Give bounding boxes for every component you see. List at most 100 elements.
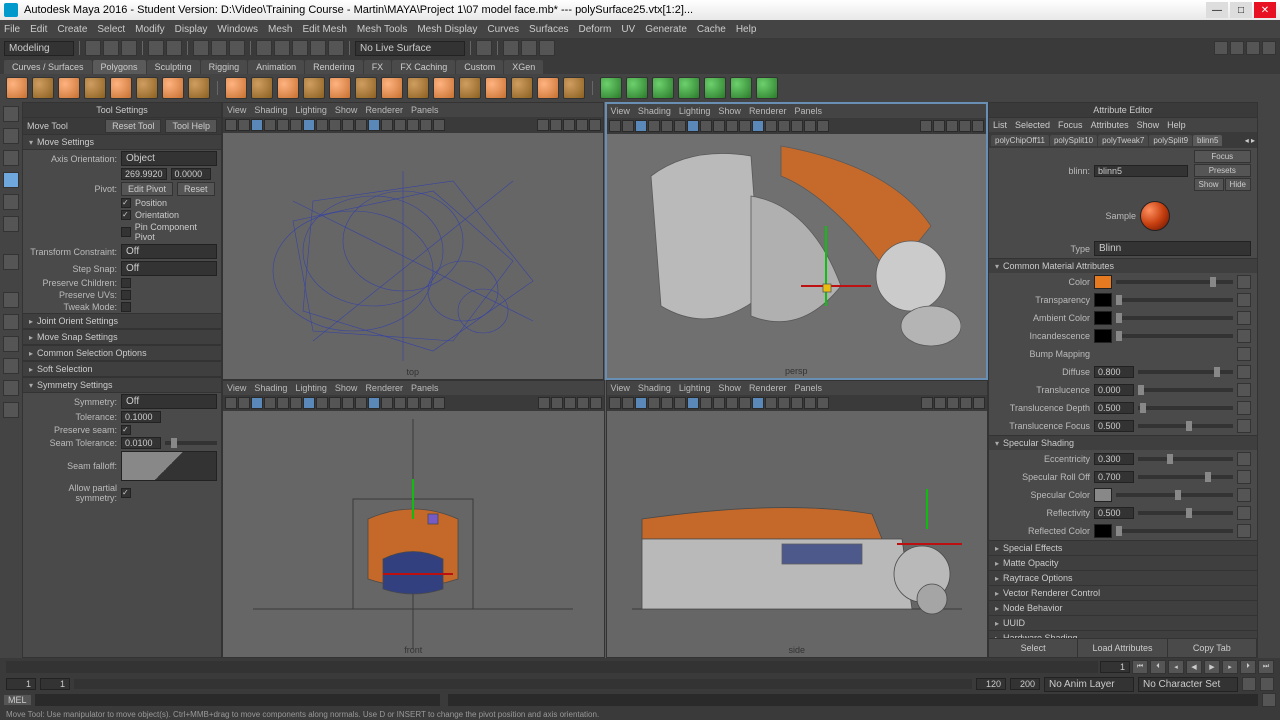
- section-soft-selection[interactable]: Soft Selection: [23, 361, 221, 377]
- menu-create[interactable]: Create: [57, 24, 87, 35]
- vp-icon[interactable]: [238, 119, 250, 131]
- node-name-field[interactable]: blinn5: [1094, 165, 1188, 177]
- vp-menu-shading[interactable]: Shading: [638, 106, 671, 116]
- vp-menu-panels[interactable]: Panels: [794, 106, 822, 116]
- section-node-behavior[interactable]: Node Behavior: [989, 600, 1257, 615]
- vp-icon[interactable]: [303, 119, 315, 131]
- vp-menu-panels[interactable]: Panels: [411, 383, 439, 393]
- vp-icon[interactable]: [290, 119, 302, 131]
- diffuse-field[interactable]: 0.800: [1094, 366, 1134, 378]
- vp-icon[interactable]: [238, 397, 250, 409]
- menu-file[interactable]: File: [4, 24, 20, 35]
- attr-tab[interactable]: polyTweak7: [1098, 135, 1148, 146]
- prefs-icon[interactable]: [1260, 677, 1274, 691]
- layout-two-icon[interactable]: [3, 336, 19, 352]
- key-forward-icon[interactable]: ▸: [1222, 660, 1238, 674]
- vp-menu-renderer[interactable]: Renderer: [365, 105, 403, 115]
- lasso-tool-icon[interactable]: [3, 128, 19, 144]
- vp-icon[interactable]: [589, 119, 601, 131]
- vp-icon[interactable]: [920, 120, 932, 132]
- vp-icon[interactable]: [251, 397, 263, 409]
- layout-single-icon[interactable]: [3, 292, 19, 308]
- map-button-icon[interactable]: [1237, 524, 1251, 538]
- tolerance-field[interactable]: 0.1000: [121, 411, 161, 423]
- script-editor-icon[interactable]: [1262, 693, 1276, 707]
- command-input[interactable]: [35, 694, 440, 706]
- incandescence-slider[interactable]: [1116, 334, 1233, 338]
- vp-icon[interactable]: [804, 397, 816, 409]
- vp-icon[interactable]: [551, 397, 563, 409]
- layout-persp-icon[interactable]: [3, 380, 19, 396]
- menu-meshtools[interactable]: Mesh Tools: [357, 24, 407, 35]
- spec-color-swatch[interactable]: [1094, 488, 1112, 502]
- vp-icon[interactable]: [622, 120, 634, 132]
- tab-scroll-icons[interactable]: ◂ ▸: [1245, 136, 1255, 145]
- vp-menu-shading[interactable]: Shading: [638, 383, 671, 393]
- tool-help-button[interactable]: Tool Help: [165, 119, 217, 133]
- vp-icon[interactable]: [264, 397, 276, 409]
- snap-grid-icon[interactable]: [256, 40, 272, 56]
- vp-icon[interactable]: [329, 119, 341, 131]
- sculpt2-icon[interactable]: [626, 77, 648, 99]
- attr-menu-attributes[interactable]: Attributes: [1091, 120, 1129, 130]
- edit-pivot-button[interactable]: Edit Pivot: [121, 182, 173, 196]
- range-track[interactable]: [74, 679, 972, 689]
- play-forward-icon[interactable]: ▶: [1204, 660, 1220, 674]
- redo-icon[interactable]: [166, 40, 182, 56]
- symmetry-combo[interactable]: Off: [121, 394, 217, 409]
- vp-icon[interactable]: [576, 119, 588, 131]
- vp-icon[interactable]: [433, 397, 445, 409]
- vp-icon[interactable]: [316, 397, 328, 409]
- vp-icon[interactable]: [635, 397, 647, 409]
- maximize-button[interactable]: □: [1230, 2, 1252, 18]
- render-icon[interactable]: [503, 40, 519, 56]
- vp-icon[interactable]: [433, 119, 445, 131]
- vp-icon[interactable]: [674, 397, 686, 409]
- vp-icon[interactable]: [622, 397, 634, 409]
- sculpt6-icon[interactable]: [730, 77, 752, 99]
- viewport-side[interactable]: View Shading Lighting Show Renderer Pane…: [606, 380, 989, 658]
- separate-icon[interactable]: [303, 77, 325, 99]
- preserve-seam-checkbox[interactable]: [121, 425, 131, 435]
- vp-icon[interactable]: [290, 397, 302, 409]
- vp-icon[interactable]: [355, 397, 367, 409]
- vp-icon[interactable]: [687, 397, 699, 409]
- map-button-icon[interactable]: [1237, 383, 1251, 397]
- menu-select[interactable]: Select: [97, 24, 125, 35]
- vp-icon[interactable]: [791, 397, 803, 409]
- sculpt1-icon[interactable]: [600, 77, 622, 99]
- vp-menu-show[interactable]: Show: [335, 383, 358, 393]
- vp-icon[interactable]: [661, 120, 673, 132]
- menu-deform[interactable]: Deform: [579, 24, 612, 35]
- attr-menu-selected[interactable]: Selected: [1015, 120, 1050, 130]
- quad-draw-icon[interactable]: [563, 77, 585, 99]
- layout-outliner-icon[interactable]: [3, 358, 19, 374]
- vp-icon[interactable]: [264, 119, 276, 131]
- copy-tab-button[interactable]: Copy Tab: [1168, 639, 1257, 657]
- module-combo[interactable]: Modeling: [4, 41, 74, 56]
- char-set-combo[interactable]: No Character Set: [1138, 677, 1238, 692]
- ambient-slider[interactable]: [1116, 316, 1233, 320]
- vp-icon[interactable]: [713, 397, 725, 409]
- reflectivity-slider[interactable]: [1138, 511, 1233, 515]
- vp-icon[interactable]: [538, 397, 550, 409]
- vp-menu-show[interactable]: Show: [718, 106, 741, 116]
- hide-button[interactable]: Hide: [1225, 178, 1251, 191]
- poly-sphere-icon[interactable]: [6, 77, 28, 99]
- map-button-icon[interactable]: [1237, 488, 1251, 502]
- vp-icon[interactable]: [609, 120, 621, 132]
- bridge-icon[interactable]: [381, 77, 403, 99]
- spec-color-slider[interactable]: [1116, 493, 1233, 497]
- map-button-icon[interactable]: [1237, 347, 1251, 361]
- menu-modify[interactable]: Modify: [135, 24, 164, 35]
- vp-icon[interactable]: [225, 119, 237, 131]
- vp-icon[interactable]: [946, 120, 958, 132]
- vp-icon[interactable]: [817, 120, 829, 132]
- section-move-snap[interactable]: Move Snap Settings: [23, 329, 221, 345]
- scale-tool-icon[interactable]: [3, 216, 19, 232]
- shelf-tab-fxcaching[interactable]: FX Caching: [392, 60, 455, 74]
- section-move-settings[interactable]: Move Settings: [23, 134, 221, 150]
- poly-pyramid-icon[interactable]: [162, 77, 184, 99]
- layout-hyper-icon[interactable]: [3, 402, 19, 418]
- incandescence-swatch[interactable]: [1094, 329, 1112, 343]
